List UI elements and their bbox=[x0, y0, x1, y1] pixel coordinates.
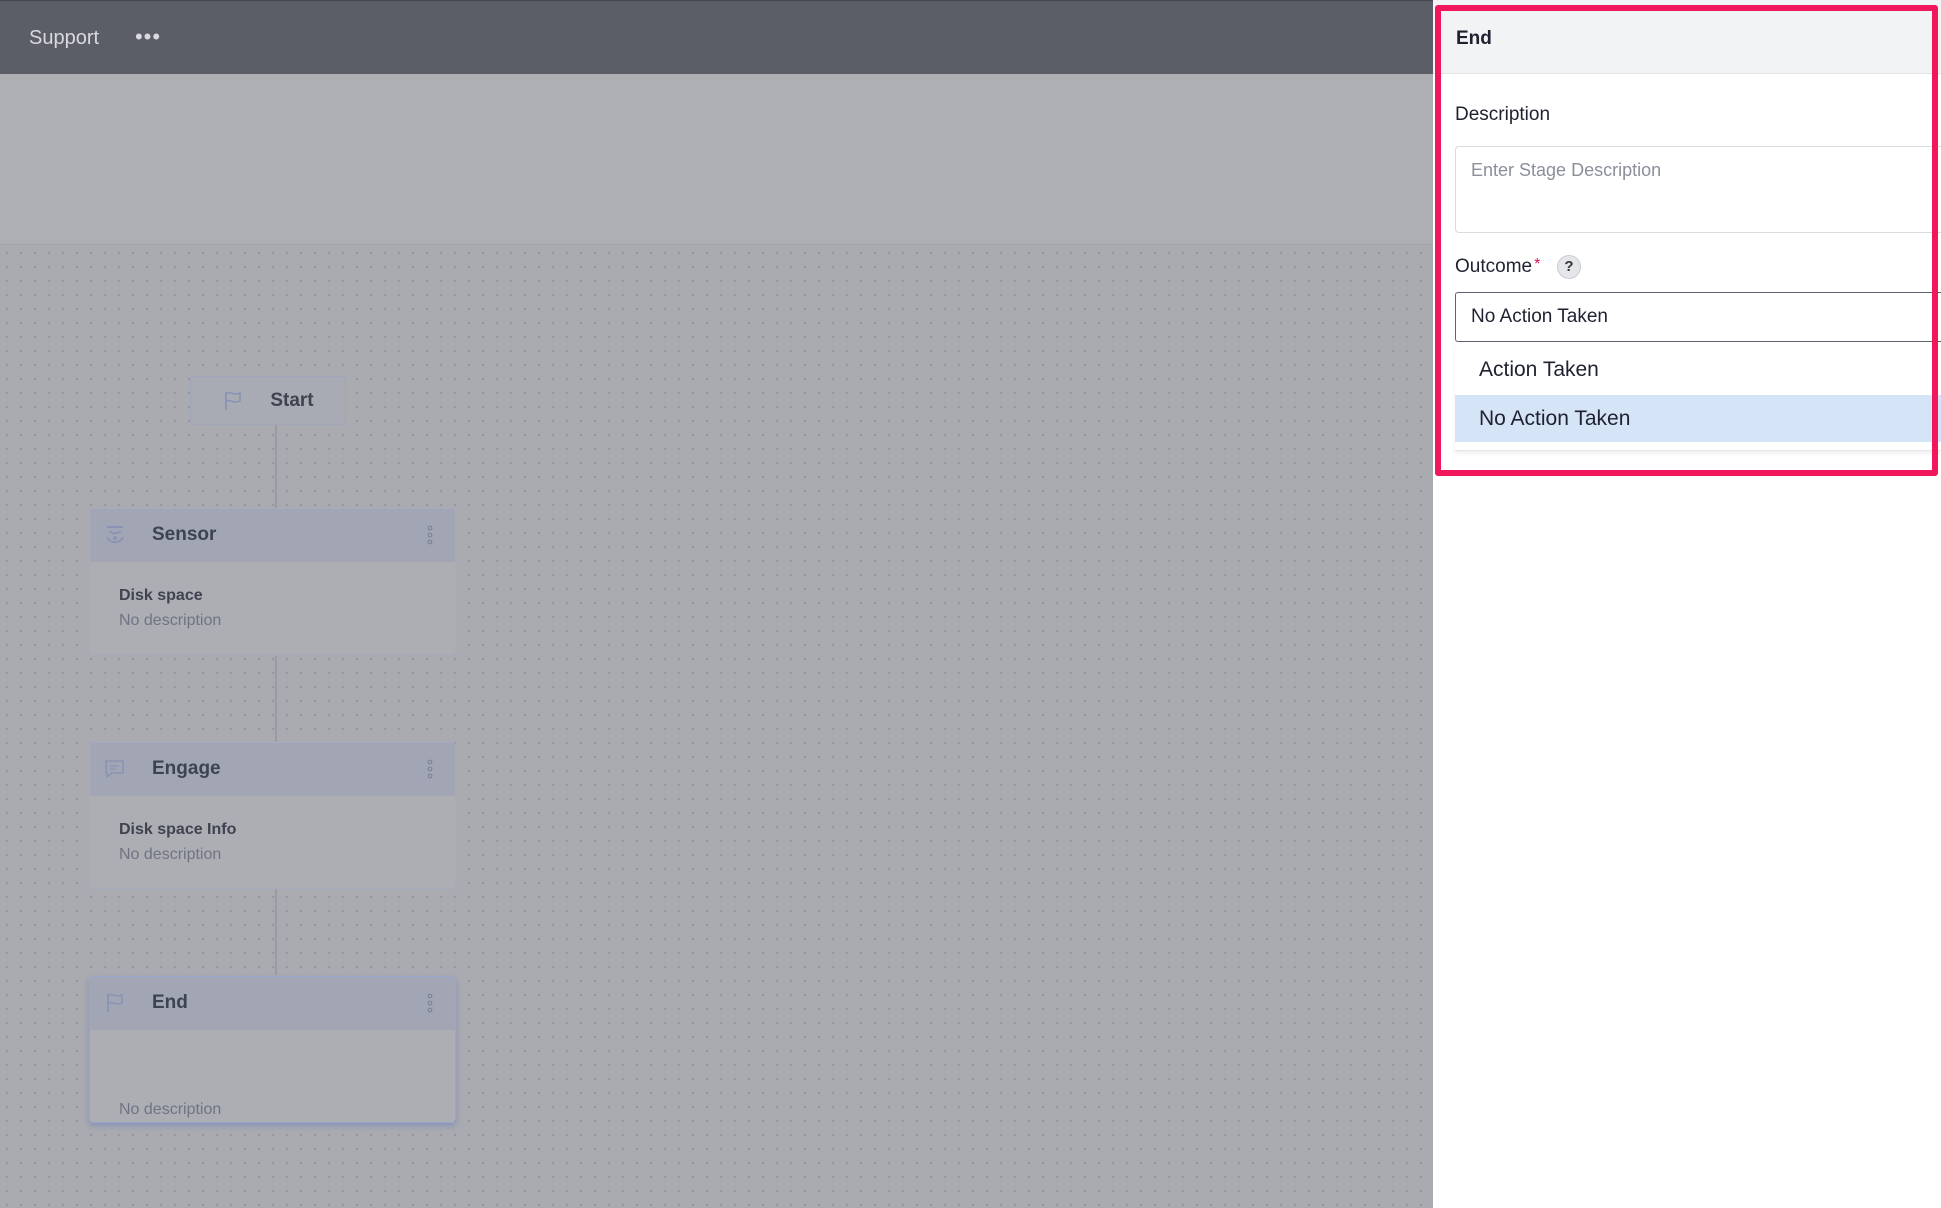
stage-name: Disk space bbox=[119, 587, 203, 604]
panel-title: End bbox=[1456, 28, 1492, 49]
workflow-title: Support bbox=[29, 27, 100, 49]
canvas-header-area bbox=[0, 74, 1433, 245]
description-textarea[interactable]: Enter Stage Description bbox=[1455, 146, 1941, 233]
flag-icon bbox=[107, 993, 123, 1012]
stage-card-header: Engage bbox=[90, 743, 455, 796]
connector-line bbox=[275, 656, 277, 742]
stage-card-header: Sensor bbox=[90, 509, 455, 562]
stage-title: Engage bbox=[152, 758, 221, 779]
outcome-select[interactable]: No Action Taken bbox=[1455, 292, 1941, 342]
kebab-menu-icon[interactable] bbox=[427, 759, 433, 779]
start-label: Start bbox=[270, 389, 314, 411]
stage-title: Sensor bbox=[152, 524, 217, 545]
stage-title: End bbox=[152, 992, 188, 1013]
required-indicator: * bbox=[1534, 256, 1541, 273]
chat-icon bbox=[105, 760, 124, 778]
description-label: Description bbox=[1455, 104, 1551, 125]
stage-card-end[interactable]: End No description bbox=[89, 976, 456, 1123]
stage-description: No description bbox=[119, 846, 222, 863]
flag-icon bbox=[225, 391, 242, 410]
outcome-option-no-action-taken[interactable]: No Action Taken bbox=[1455, 395, 1941, 442]
stage-properties-panel: End Description Enter Stage Description … bbox=[1433, 0, 1941, 1208]
outcome-label: Outcome * bbox=[1455, 256, 1540, 278]
stage-card-sensor[interactable]: Sensor Disk space No description bbox=[89, 508, 456, 655]
connector-line bbox=[275, 889, 277, 975]
panel-header: End bbox=[1433, 0, 1941, 74]
connector-line bbox=[275, 425, 277, 509]
outcome-label-text: Outcome bbox=[1455, 256, 1533, 277]
sensor-icon bbox=[106, 526, 124, 544]
stage-description: No description bbox=[119, 612, 222, 629]
outcome-dropdown-menu: Action Taken No Action Taken bbox=[1455, 343, 1941, 451]
kebab-menu-icon[interactable] bbox=[427, 525, 433, 545]
kebab-menu-icon[interactable] bbox=[427, 993, 433, 1013]
outcome-option-action-taken[interactable]: Action Taken bbox=[1455, 346, 1941, 393]
more-options-button[interactable]: ••• bbox=[133, 23, 163, 51]
top-bar: Support ••• bbox=[0, 0, 1433, 74]
stage-card-engage[interactable]: Engage Disk space Info No description bbox=[89, 742, 456, 889]
description-placeholder: Enter Stage Description bbox=[1471, 160, 1662, 180]
help-icon[interactable]: ? bbox=[1557, 255, 1581, 279]
start-node[interactable]: Start bbox=[190, 376, 346, 425]
stage-name: Disk space Info bbox=[119, 821, 237, 838]
stage-description: No description bbox=[119, 1101, 222, 1118]
stage-card-header: End bbox=[90, 977, 455, 1030]
